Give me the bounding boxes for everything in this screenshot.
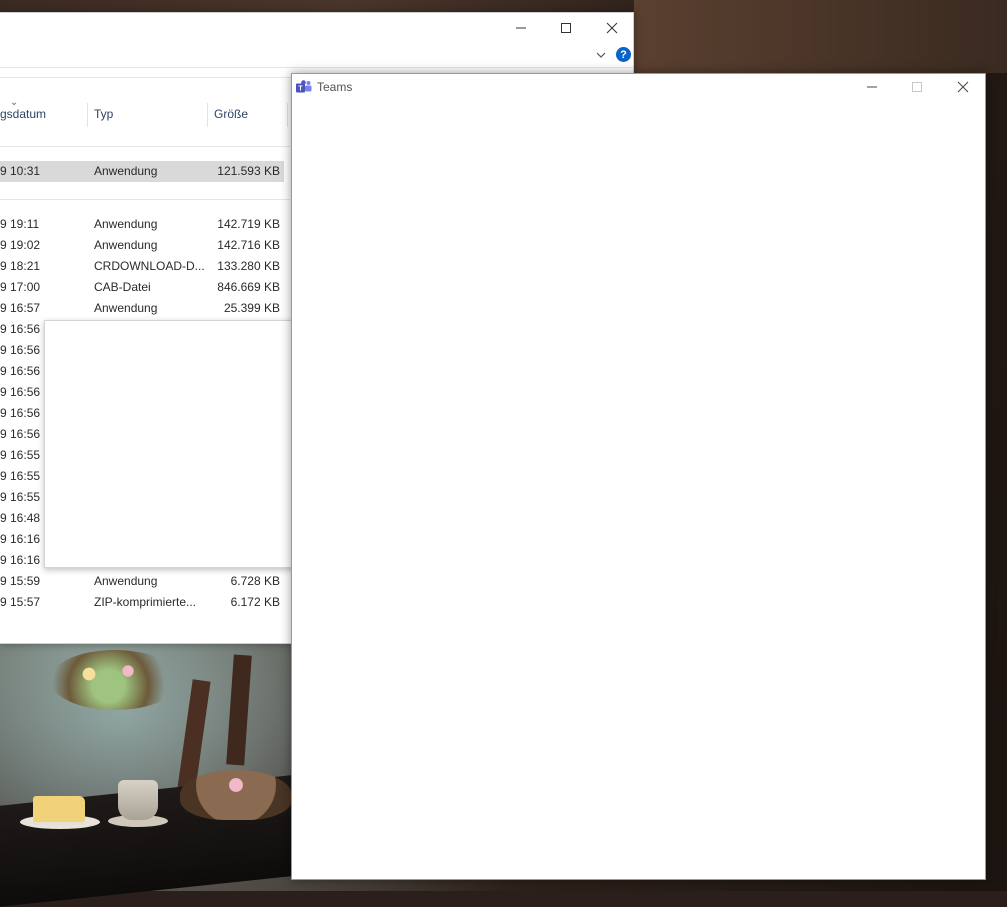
group-separator [0, 199, 290, 200]
column-divider[interactable] [87, 103, 88, 127]
file-date: 9 16:56 [0, 364, 41, 378]
maximize-button[interactable] [894, 74, 940, 100]
minimize-button[interactable] [849, 74, 895, 100]
file-row[interactable]: 9 16:57 Anwendung 25.399 KB [0, 298, 284, 319]
file-size: 25.399 KB [223, 301, 280, 315]
teams-titlebar[interactable]: T Teams [292, 74, 985, 100]
explorer-titlebar[interactable] [0, 13, 633, 43]
maximize-icon [912, 82, 922, 92]
wallpaper-wood [634, 0, 1007, 73]
file-type: Anwendung [94, 164, 158, 178]
file-date: 9 15:57 [0, 595, 41, 609]
file-row[interactable]: 9 18:21 CRDOWNLOAD-D... 133.280 KB [0, 256, 284, 277]
file-date: 9 16:56 [0, 406, 41, 420]
file-row[interactable]: 9 19:02 Anwendung 142.716 KB [0, 235, 284, 256]
file-type: ZIP-komprimierte... [94, 595, 197, 609]
minimize-button[interactable] [498, 13, 544, 43]
file-date: 9 16:56 [0, 427, 41, 441]
file-row[interactable]: 9 15:59 Anwendung 6.728 KB [0, 571, 284, 592]
window-title: Teams [317, 80, 353, 94]
file-date: 9 17:00 [0, 280, 41, 294]
column-divider[interactable] [207, 103, 208, 127]
wallpaper-flower-pot [50, 650, 180, 710]
close-icon [606, 22, 618, 34]
file-row[interactable]: 9 17:00 CAB-Datei 846.669 KB [0, 277, 284, 298]
file-date: 9 16:55 [0, 490, 41, 504]
file-date: 9 16:16 [0, 532, 41, 546]
svg-text:T: T [298, 86, 303, 93]
group-separator [0, 146, 290, 147]
help-button[interactable]: ? [616, 47, 631, 62]
file-type: CAB-Datei [94, 280, 151, 294]
file-size: 121.593 KB [217, 164, 280, 178]
file-size: 6.172 KB [230, 595, 280, 609]
column-header: ⌄ gsdatum Typ Größe [0, 97, 290, 131]
file-date: 9 18:21 [0, 259, 41, 273]
file-size: 6.728 KB [230, 574, 280, 588]
column-divider[interactable] [287, 103, 288, 127]
close-icon [957, 81, 969, 93]
file-date: 9 16:16 [0, 553, 41, 567]
file-type: Anwendung [94, 238, 158, 252]
file-date: 9 16:55 [0, 448, 41, 462]
file-row-selected[interactable]: 9 10:31 Anwendung 121.593 KB [0, 161, 284, 182]
file-row[interactable]: 9 19:11 Anwendung 142.719 KB [0, 214, 284, 235]
file-date: 9 16:57 [0, 301, 41, 315]
file-date: 9 16:56 [0, 385, 41, 399]
file-size: 142.716 KB [217, 238, 280, 252]
wallpaper-basket [180, 770, 292, 820]
minimize-icon [867, 86, 877, 88]
file-row[interactable]: 9 15:57 ZIP-komprimierte... 6.172 KB [0, 592, 284, 613]
wallpaper-cake [33, 796, 85, 822]
file-type: Anwendung [94, 217, 158, 231]
ribbon-expand-button[interactable] [594, 48, 608, 62]
file-size: 133.280 KB [217, 259, 280, 273]
close-button[interactable] [589, 13, 635, 43]
file-date: 9 15:59 [0, 574, 41, 588]
maximize-icon [561, 23, 571, 33]
wallpaper-chair [226, 654, 252, 766]
maximize-button[interactable] [543, 13, 589, 43]
file-date: 9 19:11 [0, 217, 40, 231]
explorer-ribbon: ? [0, 43, 633, 68]
file-date: 9 16:56 [0, 322, 41, 336]
teams-content-area [292, 100, 985, 879]
teams-window[interactable]: T Teams [291, 73, 986, 880]
file-date: 9 16:56 [0, 343, 41, 357]
file-type: CRDOWNLOAD-D... [94, 259, 205, 273]
column-size[interactable]: Größe [214, 107, 248, 121]
column-date[interactable]: gsdatum [0, 107, 46, 121]
chevron-down-icon [596, 52, 606, 58]
help-icon: ? [620, 48, 627, 61]
file-date: 9 10:31 [0, 164, 41, 178]
file-date: 9 16:48 [0, 511, 41, 525]
file-size: 846.669 KB [217, 280, 280, 294]
file-type: Anwendung [94, 574, 158, 588]
wallpaper-cup [118, 780, 158, 820]
file-date: 9 19:02 [0, 238, 41, 252]
file-type: Anwendung [94, 301, 158, 315]
file-size: 142.719 KB [217, 217, 280, 231]
minimize-icon [516, 27, 526, 29]
file-date: 9 16:55 [0, 469, 41, 483]
column-type[interactable]: Typ [94, 107, 113, 121]
teams-logo-icon: T [296, 80, 312, 93]
close-button[interactable] [940, 74, 986, 100]
